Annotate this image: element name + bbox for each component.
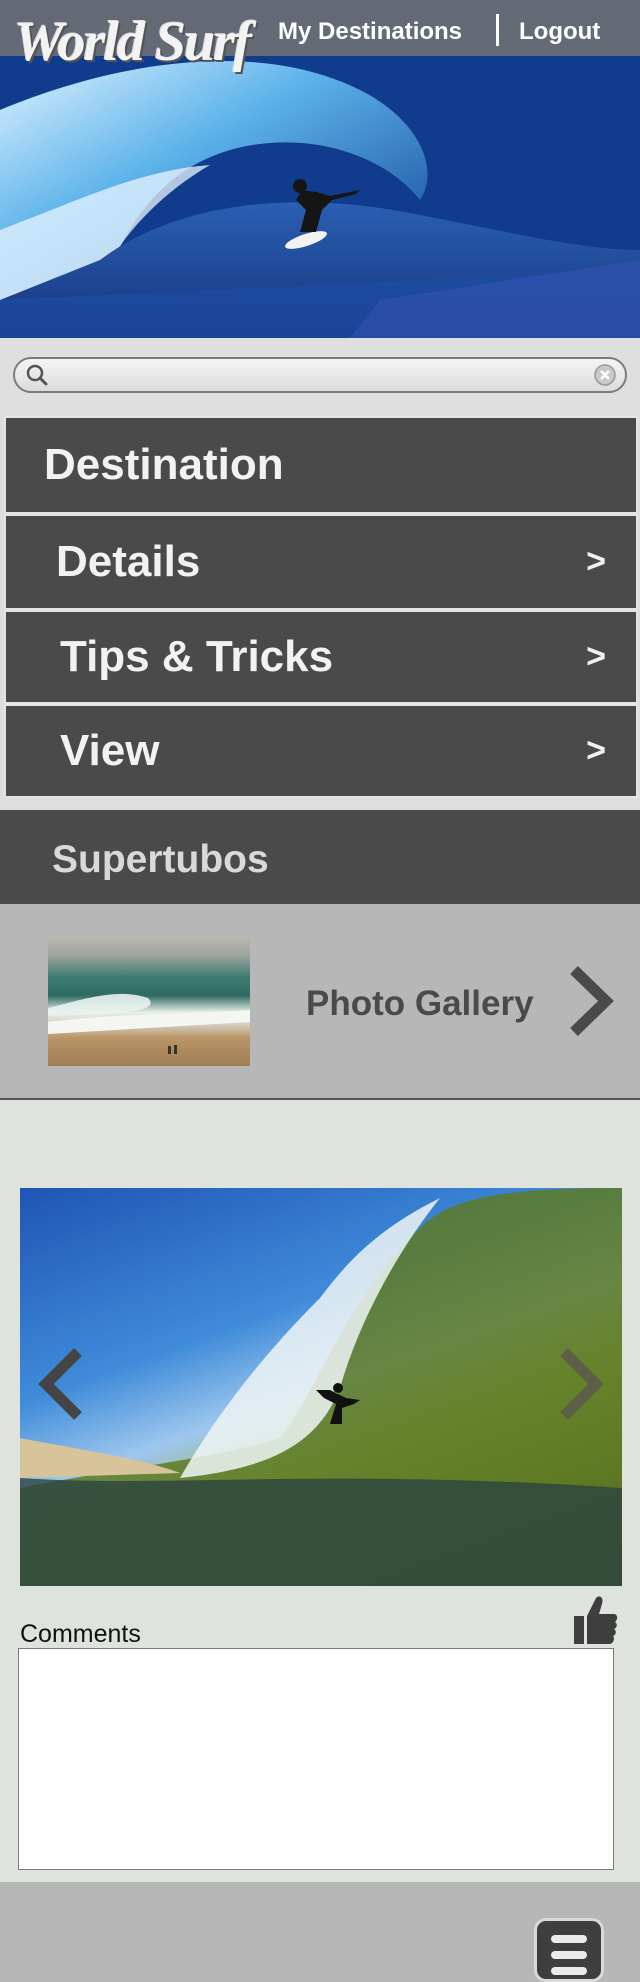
chevron-right-icon[interactable] [566, 966, 616, 1036]
thumbs-up-icon[interactable] [570, 1594, 618, 1646]
menu-item-tips-tricks[interactable]: Tips & Tricks > [4, 610, 638, 704]
chevron-right-icon: > [586, 542, 606, 581]
surf-photo [20, 1188, 622, 1586]
chevron-left-icon[interactable] [36, 1348, 88, 1420]
hamburger-line [551, 1935, 587, 1943]
gallery-thumbnail[interactable] [48, 938, 250, 1066]
spot-name-bar: Supertubos [0, 810, 640, 904]
menu-item-label: Tips & Tricks [60, 632, 334, 681]
nav-divider [496, 14, 499, 46]
hamburger-line [551, 1951, 587, 1959]
search-bar [0, 338, 640, 416]
chevron-right-icon: > [586, 731, 606, 770]
menu-item-details[interactable]: Details > [4, 514, 638, 610]
spot-name: Supertubos [52, 838, 269, 881]
clear-icon[interactable] [593, 363, 617, 387]
search-input[interactable] [55, 362, 599, 390]
beach-wave-image [48, 993, 250, 1054]
hamburger-menu-button[interactable] [534, 1918, 604, 1982]
hero-banner: World Surf My Destinations Logout [0, 0, 640, 338]
destination-header: Destination [4, 416, 638, 514]
barrel-wave-image [20, 1188, 622, 1586]
photo-viewer-section: Comments [0, 1100, 640, 1882]
comments-input[interactable] [18, 1648, 614, 1870]
logout-link[interactable]: Logout [519, 18, 600, 46]
photo-gallery-label[interactable]: Photo Gallery [306, 984, 534, 1024]
destination-menu: Destination Details > Tips & Tricks > Vi… [0, 416, 640, 810]
menu-item-view[interactable]: View > [4, 704, 638, 798]
hamburger-line [551, 1967, 587, 1975]
search-field[interactable] [13, 357, 627, 393]
comments-label: Comments [20, 1620, 141, 1648]
chevron-right-icon[interactable] [554, 1348, 606, 1420]
footer-bar [0, 1882, 640, 1982]
world-surf-logo: World Surf [14, 11, 252, 73]
photo-gallery-row[interactable]: Photo Gallery [0, 904, 640, 1100]
search-icon [26, 364, 48, 386]
menu-item-label: View [60, 726, 160, 775]
my-destinations-link[interactable]: My Destinations [278, 18, 462, 46]
chevron-right-icon: > [586, 637, 606, 676]
destination-title: Destination [44, 440, 284, 489]
menu-item-label: Details [56, 537, 201, 586]
